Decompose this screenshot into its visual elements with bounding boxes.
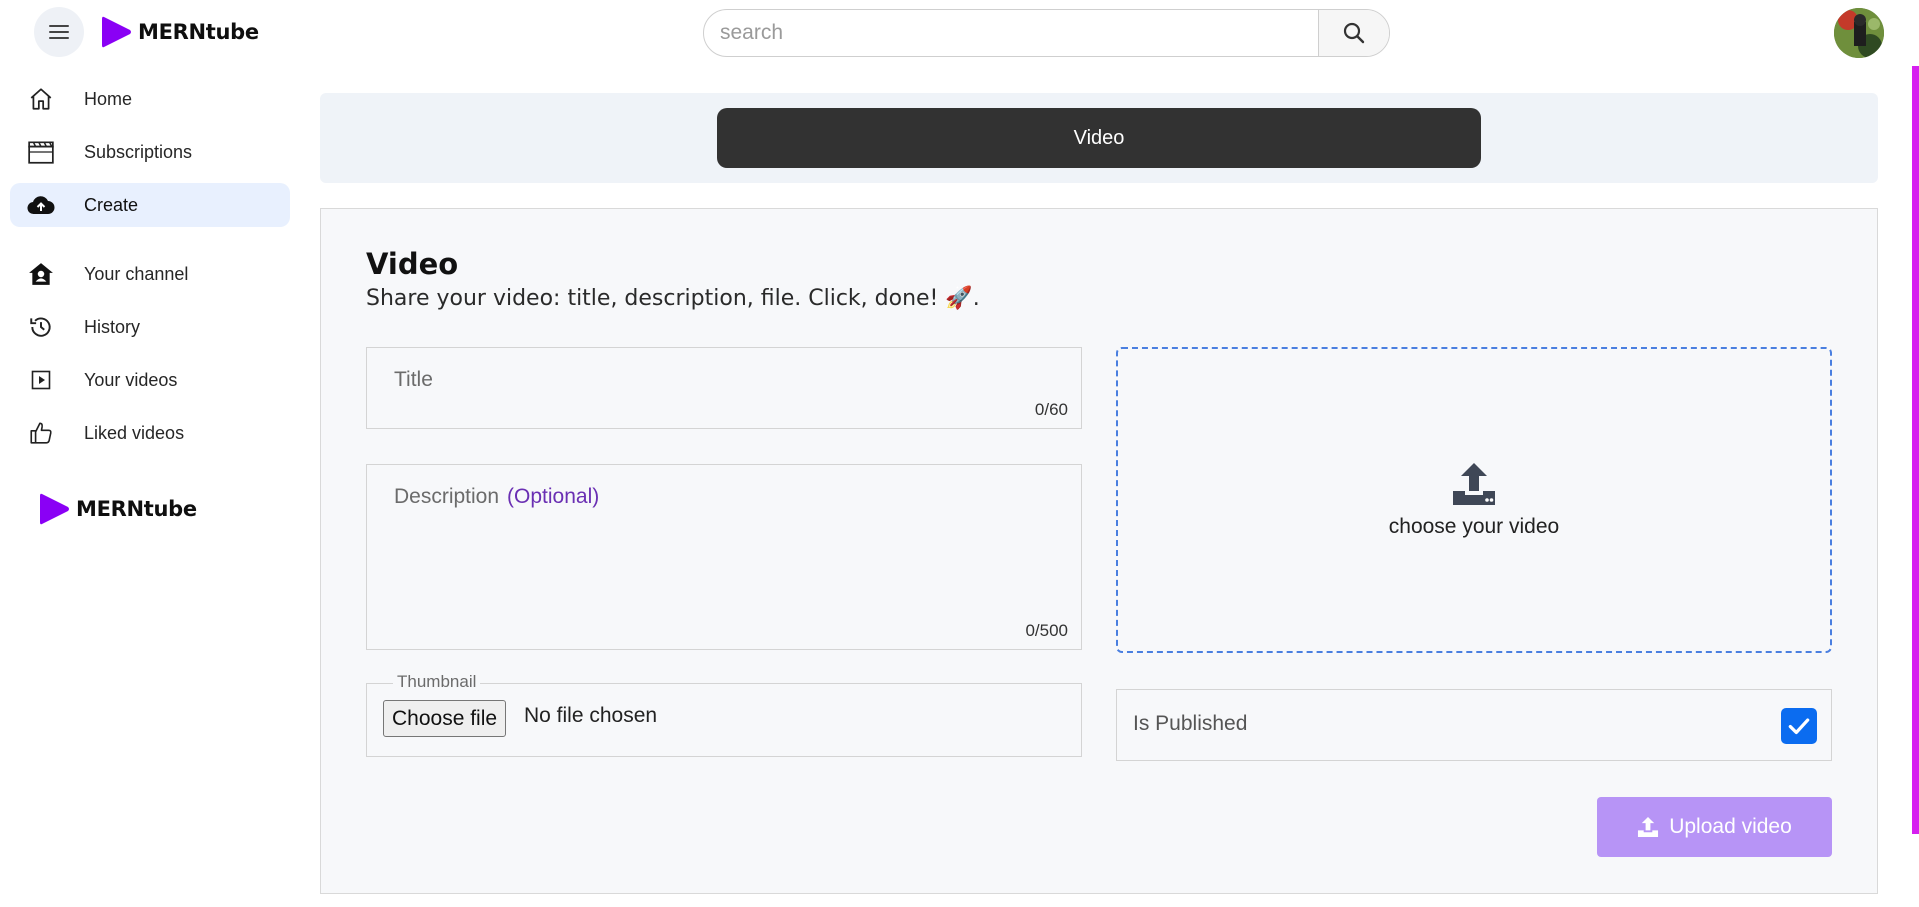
clapperboard-icon — [26, 137, 56, 167]
title-field[interactable]: Title 0/60 — [366, 347, 1082, 429]
sidebar-item-home[interactable]: Home — [10, 77, 290, 121]
sidebar-item-label: Your videos — [84, 369, 178, 390]
sidebar-item-subscriptions[interactable]: Subscriptions — [10, 130, 290, 174]
file-status: No file chosen — [524, 704, 658, 727]
upload-video-button[interactable]: Upload video — [1597, 797, 1832, 857]
thumbnail-fieldset: Thumbnail Choose file No file chosen — [366, 672, 1082, 757]
header-logo[interactable]: MERNtube — [100, 14, 259, 50]
title-counter: 0/60 — [1034, 400, 1068, 419]
hamburger-icon — [49, 25, 69, 39]
choose-file-button[interactable]: Choose file — [383, 700, 507, 737]
sidebar-item-label: Liked videos — [84, 422, 185, 443]
play-logo-icon — [102, 16, 131, 48]
home-icon — [26, 84, 56, 114]
sidebar-item-create[interactable]: Create — [10, 183, 290, 227]
play-logo-icon — [40, 493, 69, 525]
checkmark-icon — [1788, 718, 1810, 735]
sidebar-item-label: Create — [84, 194, 139, 215]
logo-text: MERNtube — [138, 20, 259, 44]
search-icon — [1343, 22, 1365, 44]
form-subtitle: Share your video: title, description, fi… — [366, 286, 980, 311]
sidebar-logo[interactable]: MERNtube — [38, 491, 290, 527]
avatar-image-icon — [1834, 8, 1884, 58]
sidebar-item-label: History — [84, 316, 141, 337]
history-icon — [26, 312, 56, 342]
scroll-indicator — [1912, 66, 1919, 834]
sidebar: Home Subscriptions Create Your channel H… — [10, 77, 290, 527]
upload-tray-icon — [1453, 463, 1495, 505]
upload-type-panel: Video — [320, 93, 1878, 183]
sidebar-item-label: Subscriptions — [84, 141, 193, 162]
published-checkbox[interactable] — [1781, 708, 1817, 744]
upload-button-label: Upload video — [1669, 815, 1792, 838]
thumbs-up-icon — [26, 418, 56, 448]
sidebar-item-your-videos[interactable]: Your videos — [10, 358, 290, 402]
thumbnail-legend: Thumbnail — [393, 672, 481, 692]
play-square-icon — [26, 365, 56, 395]
search-button[interactable] — [1318, 10, 1389, 56]
form-title: Video — [366, 247, 459, 281]
menu-button[interactable] — [34, 7, 84, 57]
user-avatar[interactable] — [1834, 8, 1884, 58]
description-field[interactable]: Description (Optional) 0/500 — [366, 464, 1082, 650]
logo-text: MERNtube — [76, 497, 197, 521]
dropzone-label: choose your video — [1388, 515, 1560, 538]
sidebar-item-history[interactable]: History — [10, 305, 290, 349]
top-header: MERNtube — [0, 0, 1919, 66]
upload-form: Video Share your video: title, descripti… — [320, 208, 1878, 894]
video-dropzone[interactable]: choose your video — [1116, 347, 1832, 653]
tab-video[interactable]: Video — [717, 108, 1481, 168]
search-input[interactable] — [704, 10, 1318, 56]
sidebar-item-your-channel[interactable]: Your channel — [10, 252, 290, 296]
search-bar — [703, 9, 1390, 57]
sidebar-item-liked-videos[interactable]: Liked videos — [10, 411, 290, 455]
upload-icon — [1638, 816, 1659, 838]
published-label: Is Published — [1133, 712, 1248, 735]
optional-label: (Optional) — [507, 485, 600, 508]
sidebar-item-label: Your channel — [84, 263, 189, 284]
description-counter: 0/500 — [1025, 621, 1068, 640]
description-placeholder: Description — [394, 485, 500, 508]
published-field: Is Published — [1116, 689, 1832, 761]
title-placeholder: Title — [394, 368, 433, 391]
house-user-icon — [26, 259, 56, 289]
cloud-upload-icon — [26, 190, 56, 220]
sidebar-item-label: Home — [84, 88, 133, 109]
